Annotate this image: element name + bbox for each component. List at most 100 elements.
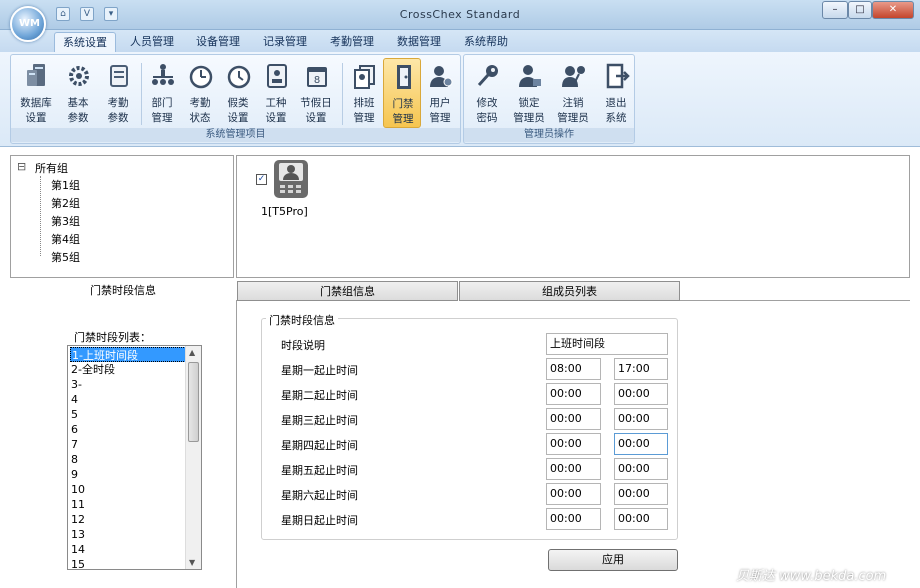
timezone-fieldset-legend: 门禁时段信息 [266, 312, 338, 328]
user-mgmt-button[interactable]: 用户 管理 [421, 58, 459, 128]
button-label: 修改 密码 [476, 97, 498, 124]
exit-system-button[interactable]: 退出 系统 [597, 58, 635, 128]
window-title: CrossChex Standard [399, 8, 521, 21]
minimize-button[interactable]: – [822, 1, 848, 19]
lock-admin-button[interactable]: 锁定 管理员 [510, 58, 548, 128]
database-icon [27, 64, 45, 86]
friday-end-input[interactable]: 00:00 [614, 458, 668, 480]
list-item[interactable]: 11 [70, 497, 186, 512]
list-item[interactable]: 7 [70, 437, 186, 452]
tree-root[interactable]: 所有组 [35, 160, 68, 176]
change-password-button[interactable]: 修改 密码 [468, 58, 506, 128]
tab-access-group-info[interactable]: 门禁组信息 [237, 281, 458, 301]
scroll-thumb[interactable] [188, 362, 199, 442]
list-item[interactable]: 9 [70, 467, 186, 482]
button-label: 锁定 管理员 [513, 97, 545, 124]
terminal-device-icon[interactable] [272, 159, 310, 199]
wednesday-start-input[interactable]: 00:00 [546, 408, 601, 430]
user-lock-icon [519, 65, 541, 87]
scroll-up-icon[interactable]: ▲ [189, 348, 195, 357]
list-item[interactable]: 5 [70, 407, 186, 422]
app-logo[interactable]: WM [10, 6, 46, 42]
tuesday-label: 星期二起止时间 [281, 389, 358, 402]
monday-end-input[interactable]: 17:00 [614, 358, 668, 380]
gear-icon [69, 66, 89, 86]
tab-group-members[interactable]: 组成员列表 [459, 281, 680, 301]
list-item[interactable]: 10 [70, 482, 186, 497]
holiday-settings-button[interactable]: 8 节假日 设置 [297, 58, 335, 128]
tab-personnel[interactable]: 人员管理 [122, 32, 182, 52]
list-item[interactable]: 6 [70, 422, 186, 437]
wednesday-end-input[interactable]: 00:00 [614, 408, 668, 430]
list-item[interactable]: 15 [70, 557, 186, 569]
tuesday-start-input[interactable]: 00:00 [546, 383, 601, 405]
list-item[interactable]: 13 [70, 527, 186, 542]
list-item[interactable]: 2-全时段 [70, 362, 186, 377]
saturday-start-input[interactable]: 00:00 [546, 483, 601, 505]
ribbon-group-label: 管理员操作 [464, 128, 634, 142]
job-type-button[interactable]: 工种 设置 [257, 58, 295, 128]
close-button[interactable]: ✕ [872, 1, 914, 19]
tree-node-group2[interactable]: 第2组 [51, 195, 80, 211]
maximize-button[interactable]: □ [848, 1, 872, 19]
key-icon [477, 65, 498, 87]
tab-devices[interactable]: 设备管理 [188, 32, 248, 52]
exit-icon [606, 63, 630, 89]
sunday-end-input[interactable]: 00:00 [614, 508, 668, 530]
tab-records[interactable]: 记录管理 [255, 32, 315, 52]
door-icon [397, 65, 411, 89]
svg-text:8: 8 [314, 75, 320, 86]
database-settings-button[interactable]: 数据库 设置 [17, 58, 55, 128]
thursday-start-input[interactable]: 00:00 [546, 433, 601, 455]
button-label: 考勤 参数 [107, 97, 129, 124]
department-mgmt-button[interactable]: 部门 管理 [143, 58, 181, 128]
logout-admin-button[interactable]: 注销 管理员 [554, 58, 592, 128]
desc-input[interactable]: 上班时间段 [546, 333, 668, 355]
device-label[interactable]: 1[T5Pro] [261, 205, 308, 218]
list-item[interactable]: 14 [70, 542, 186, 557]
device-checkbox[interactable]: ✓ [256, 174, 267, 185]
basic-params-button[interactable]: 基本 参数 [59, 58, 97, 128]
sunday-start-input[interactable]: 00:00 [546, 508, 601, 530]
ribbon-group-label: 系统管理项目 [11, 128, 460, 142]
attendance-params-button[interactable]: 考勤 参数 [99, 58, 137, 128]
tree-collapse-icon[interactable]: ⊟ [17, 160, 26, 173]
scroll-down-icon[interactable]: ▼ [189, 558, 195, 567]
ribbon: 数据库 设置 基本 参数 考勤 参数 部门 管理 考勤 状态 假类 设置 工种 设置 8 [0, 52, 920, 147]
shift-mgmt-button[interactable]: 排班 管理 [345, 58, 383, 128]
tab-system-settings[interactable]: 系统设置 [54, 32, 116, 52]
saturday-end-input[interactable]: 00:00 [614, 483, 668, 505]
list-item[interactable]: 4 [70, 392, 186, 407]
saturday-label: 星期六起止时间 [281, 489, 358, 502]
button-label: 用户 管理 [429, 97, 451, 124]
watermark: 贝斯达 www.bekda.com [736, 569, 887, 584]
thursday-end-input[interactable]: 00:00 [614, 433, 668, 455]
list-item[interactable]: 1-上班时间段 [70, 347, 186, 362]
access-control-button[interactable]: 门禁 管理 [383, 58, 421, 128]
title-bar: WM ⌂ V ▾ CrossChex Standard – □ ✕ [0, 0, 920, 42]
list-item[interactable]: 8 [70, 452, 186, 467]
tree-node-group3[interactable]: 第3组 [51, 213, 80, 229]
tree-node-group5[interactable]: 第5组 [51, 249, 80, 265]
list-scrollbar[interactable]: ▲ ▼ [185, 346, 201, 569]
attendance-status-button[interactable]: 考勤 状态 [181, 58, 219, 128]
apply-button[interactable]: 应用 [548, 549, 678, 571]
timezone-list[interactable]: 1-上班时间段 2-全时段 3- 4 5 6 7 8 9 10 11 12 13… [67, 345, 202, 570]
friday-start-input[interactable]: 00:00 [546, 458, 601, 480]
leave-type-button[interactable]: 假类 设置 [219, 58, 257, 128]
tab-help[interactable]: 系统帮助 [456, 32, 516, 52]
alarm-clock-icon [189, 65, 213, 89]
friday-label: 星期五起止时间 [281, 464, 358, 477]
monday-label: 星期一起止时间 [281, 364, 358, 377]
button-label: 退出 系统 [605, 97, 627, 124]
tuesday-end-input[interactable]: 00:00 [614, 383, 668, 405]
tab-data[interactable]: 数据管理 [389, 32, 449, 52]
list-item[interactable]: 12 [70, 512, 186, 527]
monday-start-input[interactable]: 08:00 [546, 358, 601, 380]
tree-node-group1[interactable]: 第1组 [51, 177, 80, 193]
tree-node-group4[interactable]: 第4组 [51, 231, 80, 247]
tab-attendance[interactable]: 考勤管理 [322, 32, 382, 52]
list-item[interactable]: 3- [70, 377, 186, 392]
menu-tabs: 系统设置 人员管理 设备管理 记录管理 考勤管理 数据管理 系统帮助 [0, 30, 920, 52]
tab-timezone-info[interactable]: 门禁时段信息 [10, 281, 236, 301]
